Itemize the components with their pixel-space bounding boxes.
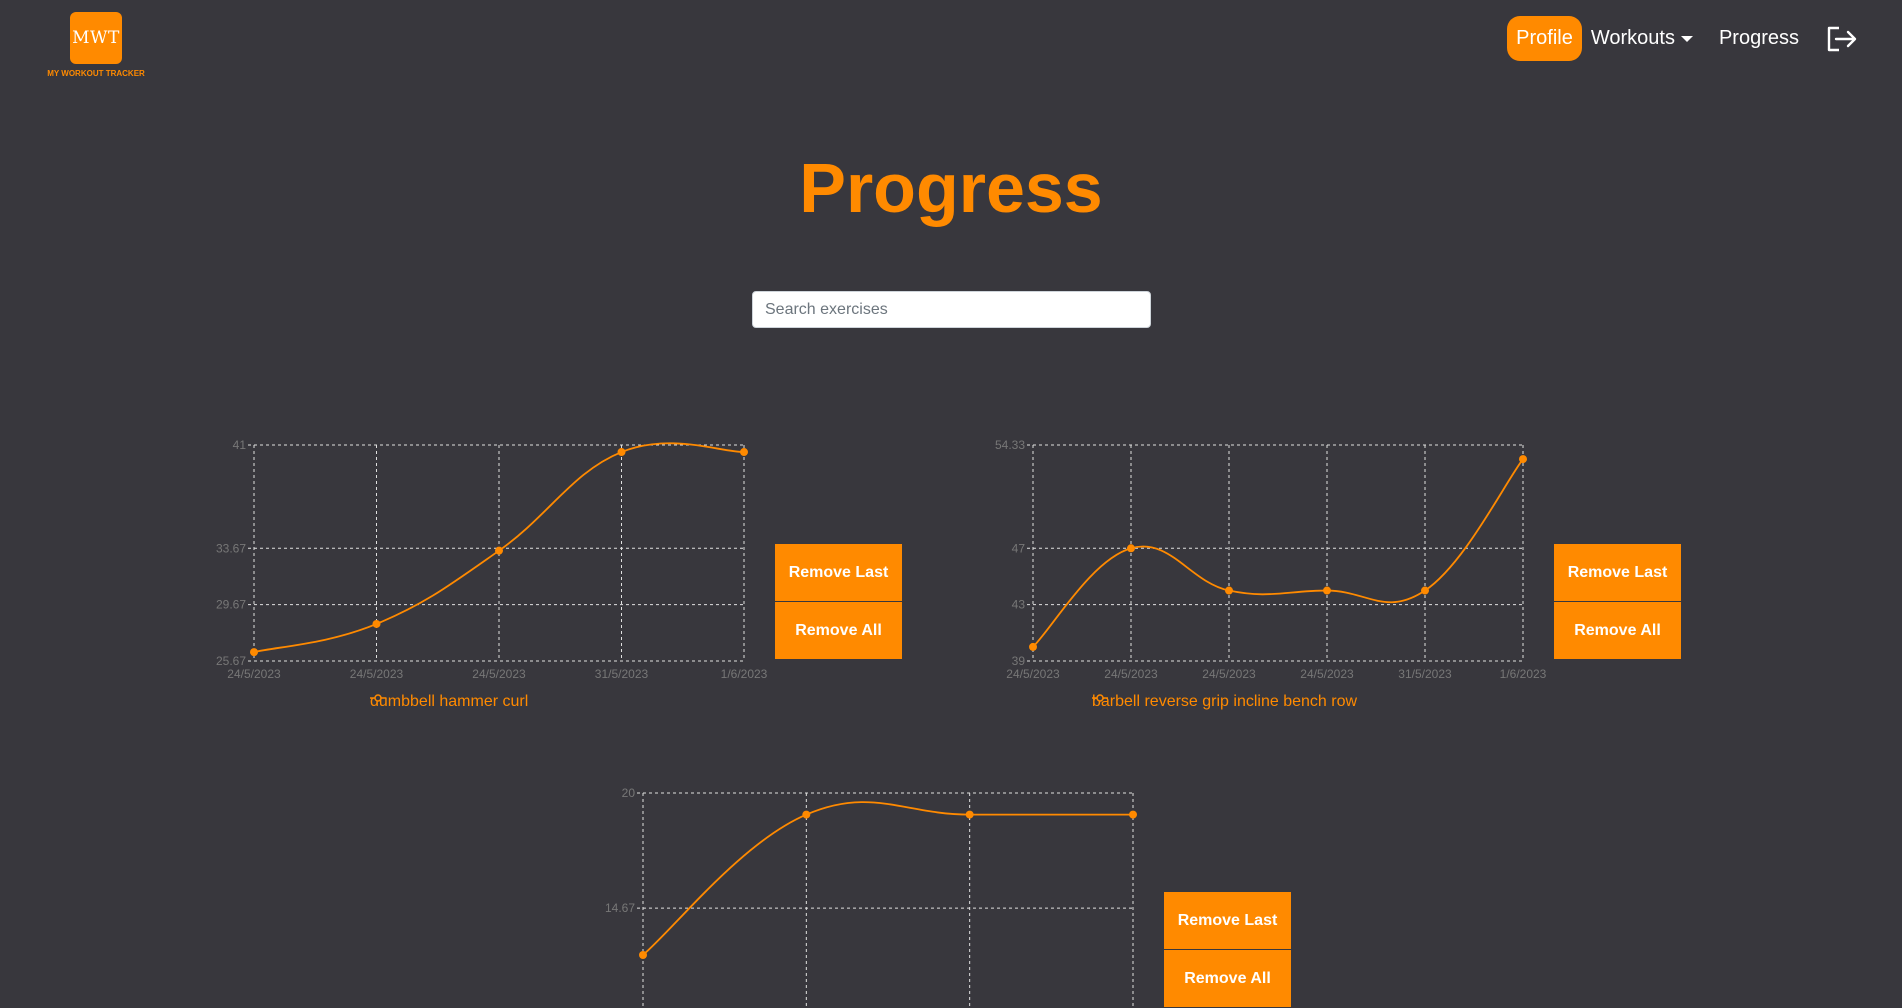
data-point <box>802 810 811 819</box>
y-tick-label: 14.67 <box>605 901 635 915</box>
progress-chart-3: 14.67 20 <box>605 786 1137 1008</box>
data-point <box>965 810 974 819</box>
y-tick-label: 20 <box>622 786 636 800</box>
remove-all-button[interactable]: Remove All <box>1164 950 1291 1007</box>
chart-3-actions: Remove Last Remove All <box>1164 892 1291 1008</box>
data-point <box>639 951 647 959</box>
data-point <box>1129 810 1137 819</box>
remove-last-button[interactable]: Remove Last <box>1164 892 1291 949</box>
series-line <box>642 801 1133 956</box>
